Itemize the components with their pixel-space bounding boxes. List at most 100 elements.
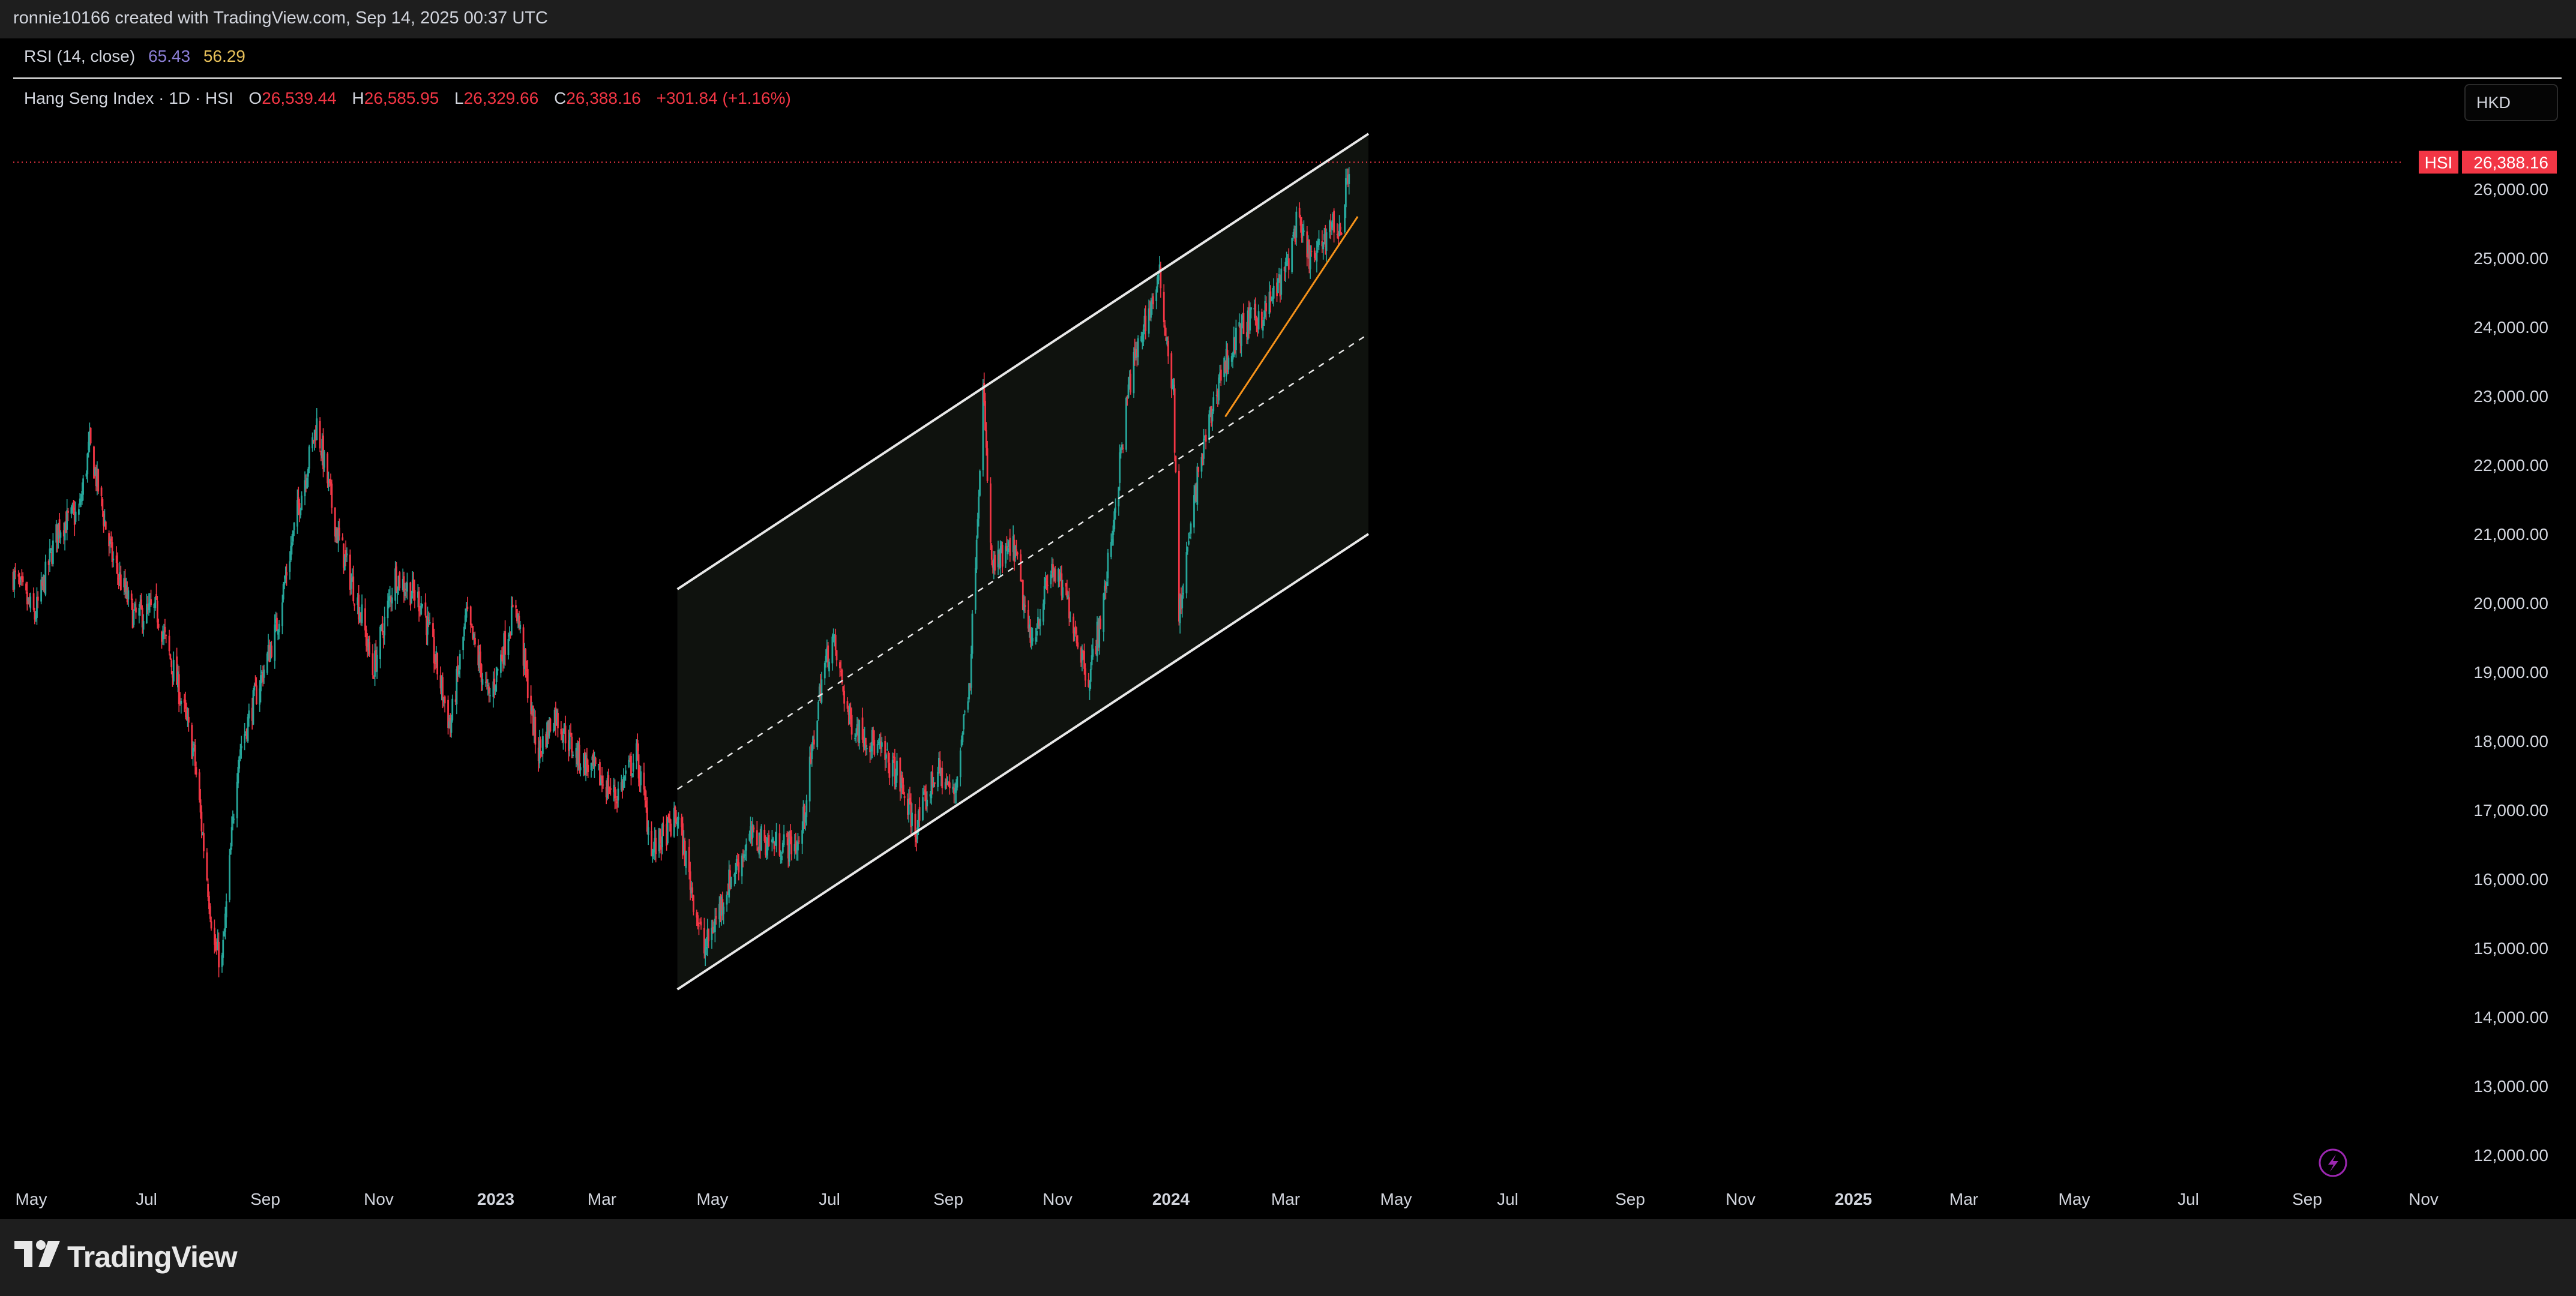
candle-body [469,606,472,625]
candle-body [465,608,468,618]
candle-body [1133,352,1135,394]
candle-body [896,760,898,776]
candle-body [17,574,20,577]
candle-body [990,483,992,543]
candle-body [1039,619,1041,626]
candle-body [1152,296,1154,305]
price-chart[interactable]: 26,000.00 25,000.00 24,000.00 23,000.00 22,0… [0,0,2576,1296]
candle-body [977,519,979,538]
candle-body [32,593,35,610]
time-tick-label: Jul [819,1190,840,1208]
candle-body [1122,448,1124,449]
candle-body [813,739,815,745]
candle-body [29,596,32,608]
time-tick-label: Jul [1497,1190,1518,1208]
candle-body [880,742,883,747]
candle-body [282,584,284,600]
brand-name: TradingView [67,1240,238,1274]
candle-body [715,916,717,919]
candle-body [525,649,527,668]
candle-body [1339,226,1341,230]
candle-body [238,756,241,769]
candle-body [697,915,699,926]
candle-body [708,928,710,941]
candle-body [751,824,754,838]
candle-body [1092,649,1094,657]
time-axis[interactable]: May Jul Sep Nov 2023 Mar May Jul Sep Nov 2024 Mar Ma… [16,1148,2439,1208]
candle-body [1035,637,1037,642]
candle-body [206,852,208,880]
candle-body [1170,353,1173,389]
candle-body [760,826,762,850]
candle-body [1089,669,1092,682]
candle-body [421,604,423,607]
candle-body [222,940,224,958]
candle-body [781,856,783,860]
candle-body [858,719,861,743]
candle-body [1119,452,1121,483]
candle-body [1029,628,1032,643]
candle-body [733,874,736,877]
candle-body [1111,539,1113,543]
candle-body [59,532,62,538]
candle-body [223,932,225,937]
candle-body [632,763,634,772]
candle-body [1069,620,1071,622]
candle-body [609,790,610,792]
time-tick-label: Mar [1949,1190,1978,1208]
candle-body [625,770,627,774]
candle-body [886,749,888,751]
candle-body [1325,232,1328,251]
candle-body [474,637,476,645]
currency-button[interactable]: HKD [2464,84,2558,121]
candle-body [647,827,649,836]
candle-body [118,577,120,580]
candle-body [616,801,618,803]
candle-body [615,799,617,800]
candle-body [1250,307,1252,310]
candle-body [644,789,646,800]
candle-body [562,734,564,743]
candle-body [185,710,188,718]
candle-body [834,634,837,650]
candle-body [247,716,249,742]
candle-body [1295,211,1298,238]
candle-body [801,830,804,844]
price-tick-label: 21,000.00 [2473,525,2548,544]
candle-body [990,545,993,560]
lightning-icon[interactable] [2319,1148,2347,1177]
candle-body [805,800,808,818]
candle-body [229,847,232,855]
candle-body [237,767,239,784]
candle-body [240,745,242,749]
candle-body [1024,605,1026,607]
candle-body [142,621,145,630]
candle-body [78,509,80,515]
candle-body [959,750,961,778]
candle-body [352,576,355,602]
candle-body [984,400,986,431]
candle-body [978,496,980,519]
candle-body [1155,289,1158,302]
price-axis[interactable]: 26,000.00 25,000.00 24,000.00 23,000.00 22,0… [2419,151,2557,1165]
time-tick-label: Sep [2292,1190,2322,1208]
candle-body [194,745,196,766]
candle-body [311,437,313,449]
candle-body [116,563,119,575]
candle-body [902,784,904,794]
time-tick-label: May [1380,1190,1412,1208]
candle-body [700,921,702,926]
candle-body [263,669,265,678]
close-value: 26,388.16 [566,89,641,107]
candle-body [1106,582,1108,586]
candle-body [1016,552,1019,555]
candle-body [726,895,728,905]
candle-body [971,613,974,654]
candle-body [667,817,669,844]
candle-body [387,601,389,619]
candle-body [601,775,603,784]
candle-body [873,740,876,755]
time-tick-label: Nov [2409,1190,2439,1208]
candle-body [540,739,542,748]
high-label: H [352,89,364,107]
